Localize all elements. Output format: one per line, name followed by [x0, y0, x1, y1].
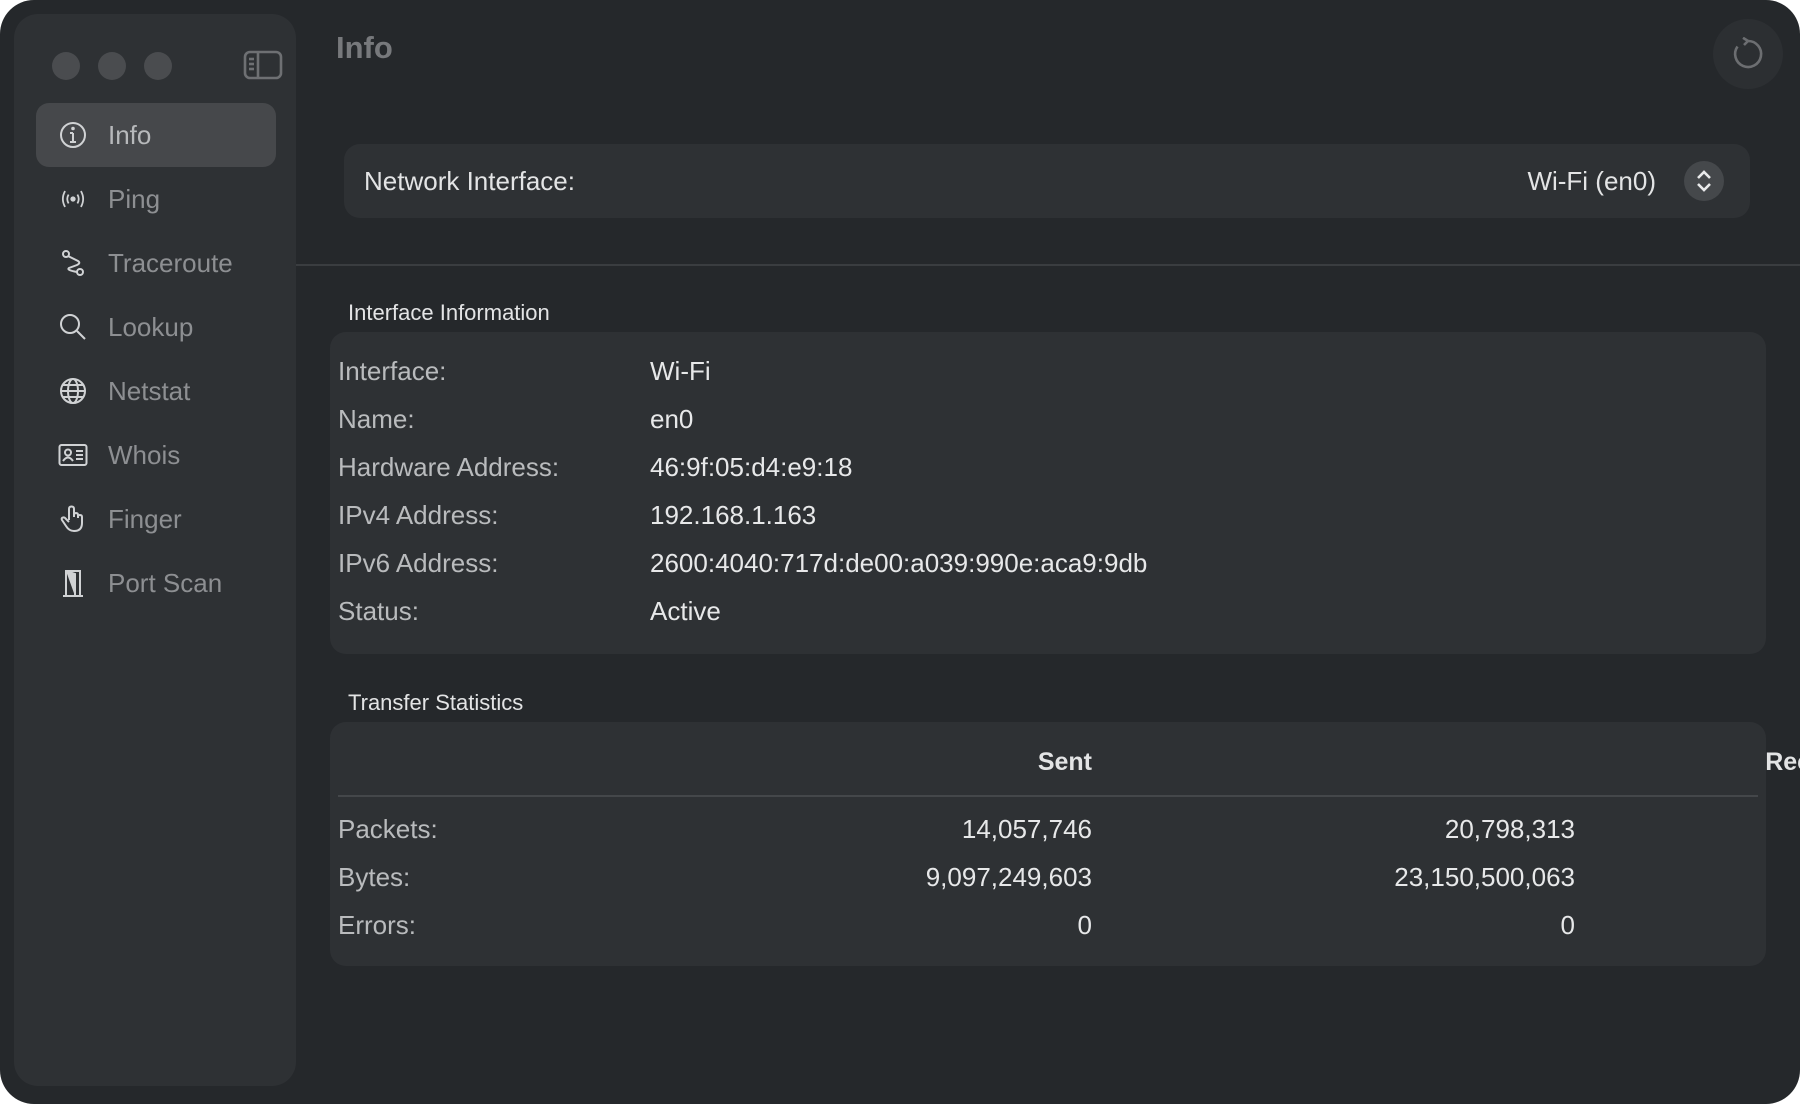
sidebar-item-lookup[interactable]: Lookup: [36, 295, 276, 359]
refresh-icon: [1733, 37, 1763, 69]
info-label: Status:: [338, 596, 419, 626]
divider: [296, 264, 1800, 266]
app-window: Info Ping Traceroute Lookup Netstat Whoi…: [0, 0, 1800, 1104]
errors-sent-value: 0: [1077, 910, 1092, 940]
info-label: IPv6 Address:: [338, 548, 499, 578]
minimize-window-button[interactable]: [98, 52, 126, 80]
interface-information-card: Interface: Wi-Fi Name: en0 Hardware Addr…: [330, 332, 1766, 654]
sidebar-item-info[interactable]: Info: [36, 103, 276, 167]
stat-row-label: Bytes:: [338, 862, 411, 892]
network-interface-value[interactable]: Wi-Fi (en0): [1527, 166, 1656, 197]
network-interface-picker[interactable]: Network Interface: Wi-Fi (en0): [344, 144, 1750, 218]
info-label: Hardware Address:: [338, 452, 560, 482]
errors-received-value: 0: [1560, 910, 1575, 940]
id-card-icon: [58, 440, 88, 470]
column-header-received: Received: [1765, 748, 1800, 776]
sidebar: Info Ping Traceroute Lookup Netstat Whoi…: [14, 14, 296, 1086]
sidebar-item-label: Whois: [108, 439, 181, 470]
sidebar-item-traceroute[interactable]: Traceroute: [36, 231, 276, 295]
route-icon: [58, 248, 88, 278]
packets-sent-value: 14,057,746: [961, 814, 1092, 844]
stat-row-label: Packets:: [338, 814, 438, 844]
sidebar-toggle-icon[interactable]: [243, 49, 283, 81]
stat-row-label: Errors:: [338, 910, 416, 940]
close-window-button[interactable]: [52, 52, 80, 80]
bytes-received-value: 23,150,500,063: [1394, 862, 1575, 892]
bytes-sent-value: 9,097,249,603: [925, 862, 1092, 892]
table-header-rule: [338, 795, 1758, 797]
info-value: Active: [650, 596, 721, 626]
info-value: 192.168.1.163: [650, 500, 817, 530]
broadcast-icon: [58, 184, 88, 214]
globe-icon: [58, 376, 88, 406]
chevron-up-down-icon[interactable]: [1684, 161, 1724, 201]
network-interface-label: Network Interface:: [364, 166, 575, 196]
zoom-window-button[interactable]: [144, 52, 172, 80]
info-value: Wi-Fi: [650, 356, 711, 386]
info-value: 46:9f:05:d4:e9:18: [650, 452, 853, 482]
transfer-statistics-title: Transfer Statistics: [348, 690, 524, 715]
door-icon: [58, 568, 88, 598]
info-icon: [58, 120, 88, 150]
sidebar-item-label: Port Scan: [108, 567, 223, 598]
info-label: Name:: [338, 404, 415, 434]
sidebar-item-label: Info: [108, 119, 152, 150]
hand-pointer-icon: [58, 504, 88, 534]
sidebar-item-label: Ping: [108, 183, 161, 214]
sidebar-item-label: Netstat: [108, 375, 191, 406]
interface-information-title: Interface Information: [348, 300, 550, 325]
packets-received-value: 20,798,313: [1444, 814, 1575, 844]
info-value: en0: [650, 404, 694, 434]
search-icon: [58, 312, 88, 342]
info-value: 2600:4040:717d:de00:a039:990e:aca9:9db: [650, 548, 1148, 578]
column-header-sent: Sent: [1037, 748, 1092, 776]
sidebar-item-label: Finger: [108, 503, 182, 534]
sidebar-item-port-scan[interactable]: Port Scan: [36, 551, 276, 615]
sidebar-nav: Info Ping Traceroute Lookup Netstat Whoi…: [36, 103, 276, 615]
sidebar-item-label: Lookup: [108, 311, 194, 342]
info-label: IPv4 Address:: [338, 500, 499, 530]
sidebar-item-finger[interactable]: Finger: [36, 487, 276, 551]
info-label: Interface:: [338, 356, 447, 386]
page-title: Info: [336, 30, 393, 65]
transfer-statistics-table: Sent Received Packets: 14,057,746 20,798…: [330, 722, 1800, 966]
sidebar-item-ping[interactable]: Ping: [36, 167, 276, 231]
sidebar-item-label: Traceroute: [108, 247, 233, 278]
sidebar-item-netstat[interactable]: Netstat: [36, 359, 276, 423]
refresh-button[interactable]: [1713, 19, 1783, 89]
sidebar-item-whois[interactable]: Whois: [36, 423, 276, 487]
